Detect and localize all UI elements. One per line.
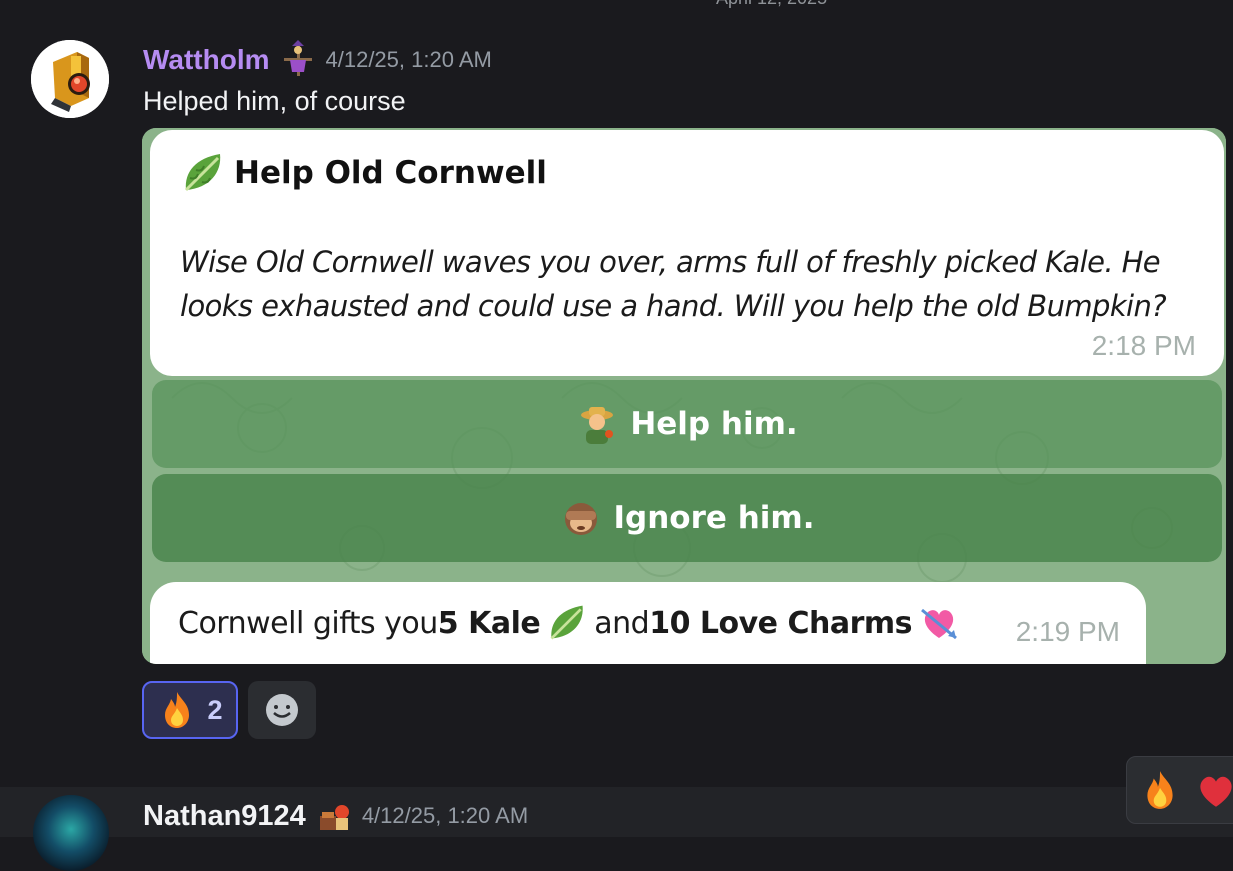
smiley-icon <box>266 694 298 726</box>
card-timestamp: 2:18 PM <box>1091 330 1196 361</box>
reply-text: Cornwell gifts you 5 Kale and 10 Love Ch… <box>178 602 966 644</box>
character-badge-icon <box>319 805 349 830</box>
message-text: Helped him, of course <box>143 86 406 116</box>
author-name[interactable]: Wattholm <box>143 44 270 76</box>
reply-kale-amount: 5 Kale <box>437 605 541 641</box>
message-header: Wattholm 4/12/25, 1:20 AM <box>143 40 492 80</box>
message-hover-toolbar <box>1126 756 1233 824</box>
avatar[interactable] <box>31 40 109 118</box>
heart-with-arrow-icon <box>921 608 957 640</box>
message-timestamp: 4/12/25, 1:20 AM <box>361 803 529 828</box>
date-divider: April 12, 2025 <box>716 0 827 9</box>
reply-charm-amount: 10 Love Charms <box>649 605 912 641</box>
fire-icon[interactable] <box>1139 769 1181 811</box>
fire-icon <box>165 692 190 728</box>
heart-icon[interactable] <box>1195 769 1233 811</box>
avatar[interactable] <box>33 795 109 871</box>
bot-message-card: Help Old Cornwell Wise Old Cornwell wave… <box>150 130 1224 376</box>
reply-timestamp: 2:19 PM <box>1015 616 1120 647</box>
scarecrow-badge-icon <box>283 40 312 76</box>
add-reaction-button[interactable] <box>248 681 316 739</box>
kale-icon <box>550 605 583 640</box>
farmer-icon <box>581 407 614 444</box>
card-body: Wise Old Cornwell waves you over, arms f… <box>180 245 1167 323</box>
bot-reply-bubble: Cornwell gifts you 5 Kale and 10 Love Ch… <box>150 582 1146 664</box>
ignore-him-label: Ignore him. <box>613 500 815 536</box>
reply-part2: and <box>594 605 650 641</box>
ignore-him-button[interactable]: Ignore him. <box>152 474 1222 562</box>
reaction-count: 2 <box>207 694 223 725</box>
fire-reaction-button[interactable]: 2 <box>142 681 238 739</box>
help-him-label: Help him. <box>630 406 798 442</box>
author-name[interactable]: Nathan9124 <box>143 800 306 833</box>
reply-part1: Cornwell gifts you <box>178 605 438 641</box>
message-header: Nathan9124 4/12/25, 1:20 AM <box>143 796 528 836</box>
card-title-text: Help Old Cornwell <box>234 155 547 191</box>
embedded-screenshot[interactable]: Help Old Cornwell Wise Old Cornwell wave… <box>142 128 1226 664</box>
avatar-image <box>31 40 109 118</box>
help-him-button[interactable]: Help him. <box>152 380 1222 468</box>
message-timestamp: 4/12/25, 1:20 AM <box>325 47 492 72</box>
kale-icon <box>184 154 221 192</box>
card-title: Help Old Cornwell <box>180 150 547 196</box>
see-no-evil-monkey-icon <box>564 503 597 535</box>
